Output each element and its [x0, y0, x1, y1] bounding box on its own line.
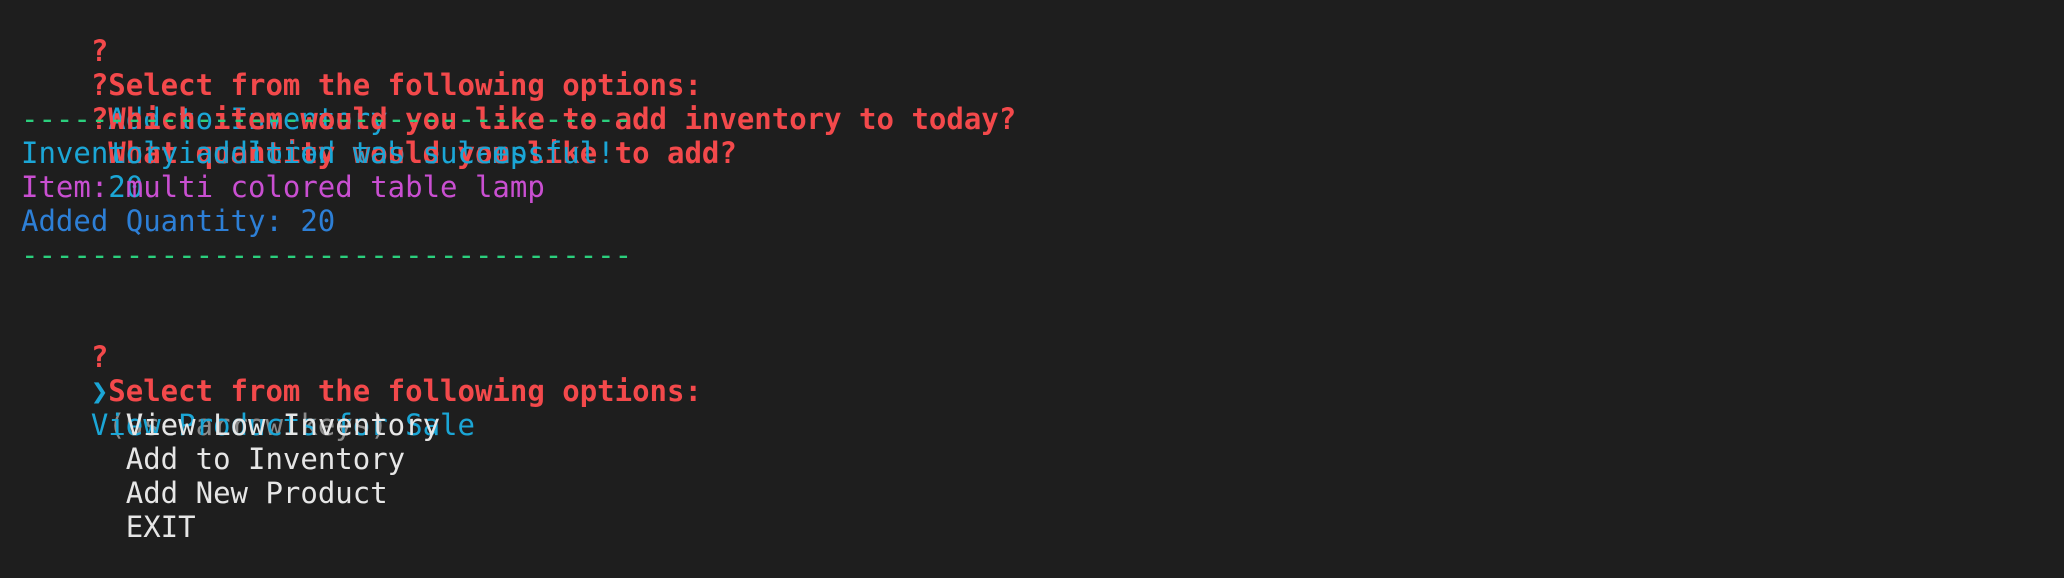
question-line-item: ? Which item would you like to add inven…	[21, 34, 1016, 170]
menu-option-label[interactable]: EXIT	[126, 510, 196, 544]
question-line-select-option: ? Select from the following options: Add…	[21, 0, 702, 136]
question-line-quantity: ? What quantity would you like to add? 2…	[21, 68, 737, 204]
menu-option-add-to-inventory[interactable]: Add to Inventory	[21, 408, 405, 476]
menu-option-exit[interactable]: EXIT	[21, 476, 196, 544]
divider-line: -----------------------------------	[21, 238, 633, 272]
divider-line: -----------------------------------	[21, 102, 633, 136]
question-line-menu-prompt: ? Select from the following options: (Us…	[21, 306, 702, 442]
menu-option-view-low-inventory[interactable]: View Low Inventory	[21, 374, 440, 442]
terminal-window: ? Select from the following options: Add…	[0, 0, 2064, 544]
item-result-line: Item: multi colored table lamp	[21, 170, 545, 204]
quantity-result-line: Added Quantity: 20	[21, 204, 336, 238]
success-message: Inventory addition was successful!	[21, 136, 615, 170]
menu-option-add-new-product[interactable]: Add New Product	[21, 442, 388, 510]
menu-option-view-products[interactable]: ❯ View Products for Sale	[21, 340, 475, 442]
